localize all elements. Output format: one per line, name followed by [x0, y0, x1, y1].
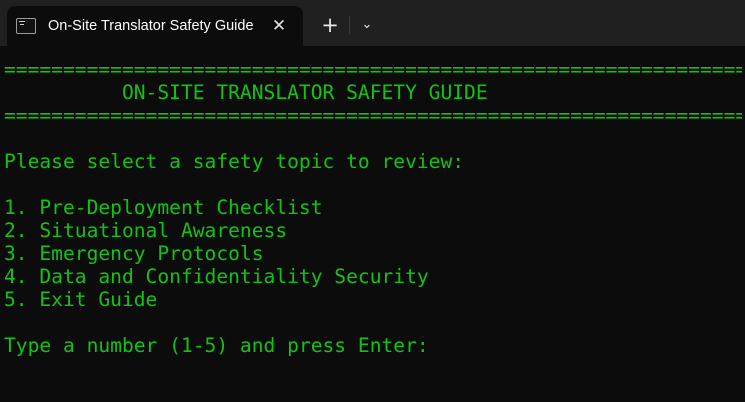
guide-heading: ON-SITE TRANSLATOR SAFETY GUIDE [4, 81, 488, 104]
menu-option-2: 2. Situational Awareness [4, 219, 288, 242]
terminal-window: On-Site Translator Safety Guide ✕ + ⌄ ==… [0, 0, 745, 402]
close-icon[interactable]: ✕ [269, 16, 289, 36]
divider [349, 16, 350, 34]
rule-bottom: ========================================… [4, 104, 742, 127]
new-tab-button[interactable]: + [317, 12, 343, 38]
input-prompt[interactable]: Type a number (1-5) and press Enter: [4, 334, 742, 357]
menu-option-1: 1. Pre-Deployment Checklist [4, 196, 323, 219]
chevron-down-icon[interactable]: ⌄ [354, 12, 380, 38]
menu-option-3: 3. Emergency Protocols [4, 242, 264, 265]
tab-bar: On-Site Translator Safety Guide ✕ + ⌄ [0, 0, 745, 46]
menu-option-4: 4. Data and Confidentiality Security [4, 265, 429, 288]
tab-active[interactable]: On-Site Translator Safety Guide ✕ [7, 6, 303, 46]
terminal-icon [16, 18, 36, 34]
terminal-output[interactable]: ========================================… [4, 58, 742, 398]
menu-option-5: 5. Exit Guide [4, 288, 158, 311]
rule-top: ========================================… [4, 58, 742, 81]
tab-title: On-Site Translator Safety Guide [48, 18, 254, 34]
menu-intro: Please select a safety topic to review: [4, 150, 465, 173]
